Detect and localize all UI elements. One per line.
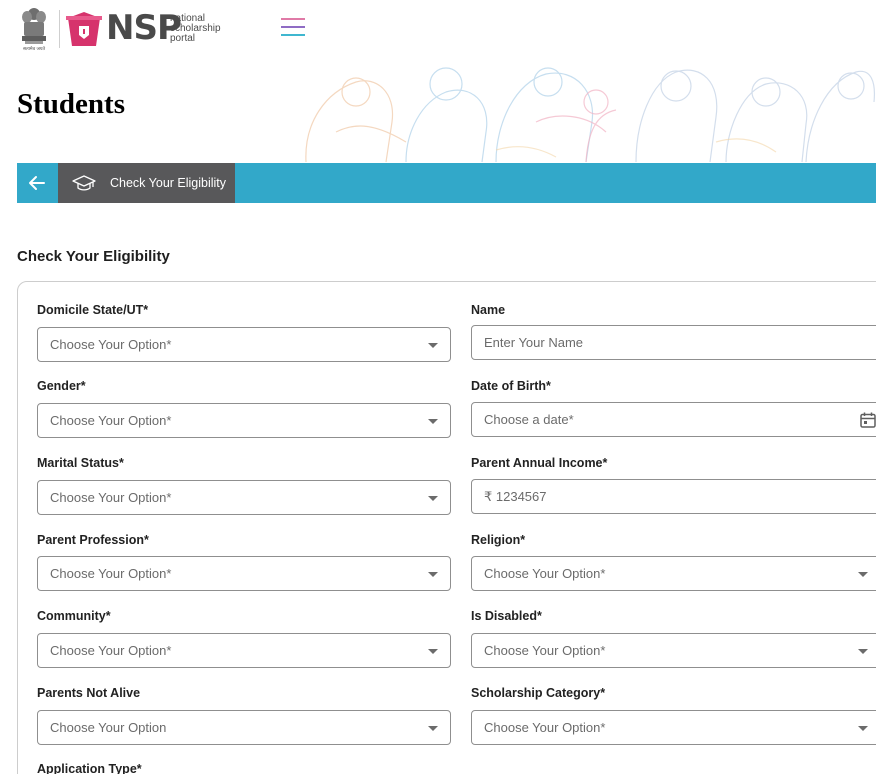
gender-select[interactable]: Choose Your Option* [37,403,451,438]
arrow-left-icon [29,176,45,190]
name-input-placeholder: Enter Your Name [484,335,584,350]
dob-label: Date of Birth* [471,379,551,393]
parents-not-alive-label: Parents Not Alive [37,686,141,700]
parents-not-alive-select[interactable]: Choose Your Option [37,710,451,745]
site-header: सत्यमेव जयते NSP national scholarship po… [0,0,876,62]
breadcrumb: Check Your Eligibility [17,163,876,203]
community-label: Community* [37,609,111,623]
nsp-logo-icon [66,12,102,46]
religion-label: Religion* [471,533,526,547]
name-label: Name [471,303,506,317]
students-illustration [305,67,876,163]
chevron-down-icon [428,572,438,577]
logo-subtitle-line: portal [170,33,196,44]
scholarship-category-select[interactable]: Choose Your Option* [471,710,876,745]
breadcrumb-item-label: Check Your Eligibility [110,176,227,190]
parent-profession-label: Parent Profession* [37,533,149,547]
breadcrumb-item-check-eligibility[interactable]: Check Your Eligibility [58,163,235,203]
hamburger-icon[interactable] [281,18,305,42]
marital-status-select-value: Choose Your Option* [50,490,172,505]
domicile-select-value: Choose Your Option* [50,337,172,352]
dob-input-placeholder: Choose a date* [484,412,574,427]
chevron-down-icon [428,343,438,348]
community-select-value: Choose Your Option* [50,643,172,658]
logo-divider [59,10,60,48]
domicile-label: Domicile State/UT* [37,303,149,317]
chevron-down-icon [428,496,438,501]
name-input[interactable]: Enter Your Name [471,325,876,360]
form-title: Check Your Eligibility [17,248,170,265]
national-emblem-icon: सत्यमेव जयते [22,8,46,52]
emblem-caption: सत्यमेव जयते [23,45,46,52]
gender-label: Gender* [37,379,86,393]
gender-select-value: Choose Your Option* [50,413,172,428]
religion-select[interactable]: Choose Your Option* [471,556,876,591]
chevron-down-icon [858,726,868,731]
parent-profession-select-value: Choose Your Option* [50,566,172,581]
marital-status-select[interactable]: Choose Your Option* [37,480,451,515]
parent-income-value: ₹ 1234567 [484,488,547,504]
parent-profession-select[interactable]: Choose Your Option* [37,556,451,591]
chevron-down-icon [428,419,438,424]
scholarship-category-label: Scholarship Category* [471,686,606,700]
parents-not-alive-select-value: Choose Your Option [50,720,167,735]
chevron-down-icon [858,572,868,577]
application-type-label: Application Type* [37,762,142,774]
is-disabled-select[interactable]: Choose Your Option* [471,633,876,668]
logo-subtitle: national scholarship portal [170,14,221,44]
page-title: Students [17,88,125,120]
marital-status-label: Marital Status* [37,456,124,470]
community-select[interactable]: Choose Your Option* [37,633,451,668]
scholarship-category-select-value: Choose Your Option* [484,720,606,735]
back-button[interactable] [17,163,57,203]
domicile-select[interactable]: Choose Your Option* [37,327,451,362]
religion-select-value: Choose Your Option* [484,566,606,581]
calendar-icon[interactable] [859,411,876,429]
chevron-down-icon [428,726,438,731]
chevron-down-icon [858,649,868,654]
graduation-cap-icon [72,175,96,191]
dob-input[interactable]: Choose a date* [471,402,876,437]
chevron-down-icon [428,649,438,654]
parent-income-label: Parent Annual Income* [471,456,608,470]
is-disabled-label: Is Disabled* [471,609,542,623]
parent-income-input[interactable]: ₹ 1234567 [471,479,876,514]
is-disabled-select-value: Choose Your Option* [484,643,606,658]
